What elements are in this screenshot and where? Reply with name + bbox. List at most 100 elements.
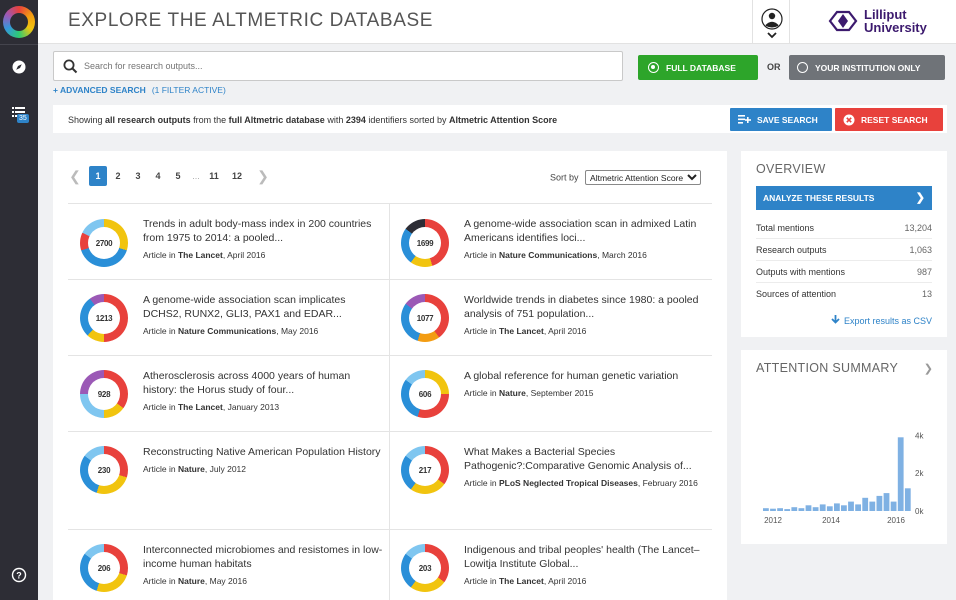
result-title[interactable]: A genome-wide association scan in admixe…	[464, 217, 704, 245]
institution-only-button[interactable]: YOUR INSTITUTION ONLY	[789, 55, 945, 80]
user-avatar-icon[interactable]	[761, 8, 783, 40]
attention-summary-panel: ATTENTION SUMMARY ❯ 2012 2014 2016 0k 2k 4k	[741, 350, 947, 544]
result-source: Article in The Lancet, April 2016	[464, 576, 704, 587]
result-journal: Nature Communications	[498, 250, 598, 260]
chart-bar	[784, 509, 791, 511]
results-row: 1213 A genome-wide association scan impl…	[68, 279, 712, 355]
stat-value: 13,204	[904, 222, 932, 233]
result-title[interactable]: What Makes a Bacterial Species Pathogeni…	[464, 445, 704, 473]
search-input[interactable]	[84, 58, 604, 74]
page-1[interactable]: 1	[89, 166, 107, 186]
chart-bar	[791, 507, 798, 511]
page-4[interactable]: 4	[148, 171, 168, 181]
chart-bar	[805, 505, 812, 511]
next-page-icon[interactable]: ❯	[256, 168, 270, 185]
chart-bar	[869, 501, 876, 511]
save-search-button[interactable]: SAVE SEARCH	[730, 108, 832, 131]
result-meta: Reconstructing Native American Populatio…	[143, 445, 383, 475]
stat-label: Research outputs	[756, 244, 827, 255]
result-source: Article in The Lancet, April 2016	[143, 250, 383, 261]
result-type: Article in	[464, 250, 497, 260]
institution-name: Lilliput University	[864, 8, 927, 34]
result-meta: Atherosclerosis across 4000 years of hum…	[143, 369, 383, 413]
radio-unselected-icon	[797, 62, 808, 73]
result-meta: A genome-wide association scan in admixe…	[464, 217, 704, 261]
stat-row: Outputs with mentions 987	[756, 261, 932, 283]
help-icon[interactable]: ?	[11, 567, 27, 583]
filter-count[interactable]: (1 FILTER ACTIVE)	[152, 85, 226, 95]
result-source: Article in Nature Communications, March …	[464, 250, 704, 261]
chart-x-ticks: 2012 2014 2016	[764, 516, 905, 525]
attention-donut: 1077	[401, 294, 449, 342]
result-date: , May 2016	[276, 326, 319, 336]
stat-value: 1,063	[909, 244, 932, 255]
y-tick-label: 4k	[915, 431, 924, 440]
result-source: Article in Nature, September 2015	[464, 388, 704, 399]
chart-bar	[798, 508, 805, 511]
export-csv-label[interactable]: Export results as CSV	[844, 316, 932, 326]
sort-select[interactable]: Altmetric Attention Score	[585, 170, 702, 185]
result-title[interactable]: Atherosclerosis across 4000 years of hum…	[143, 369, 383, 397]
reset-x-icon	[843, 114, 855, 125]
user-menu[interactable]	[752, 0, 790, 44]
page-12[interactable]: 12	[224, 171, 250, 181]
chart-bar	[826, 506, 833, 511]
result-type: Article in	[464, 576, 497, 586]
save-search-label: SAVE SEARCH	[757, 114, 818, 125]
attention-donut: 217	[401, 446, 449, 494]
result-journal: PLoS Neglected Tropical Diseases	[498, 478, 638, 488]
y-tick-label: 2k	[915, 469, 924, 478]
summary-sort: Altmetric Attention Score	[448, 115, 558, 125]
page-11[interactable]: 11	[204, 171, 224, 181]
result-title[interactable]: Reconstructing Native American Populatio…	[143, 445, 383, 459]
reset-search-label: RESET SEARCH	[861, 114, 928, 125]
result-date: , April 2016	[543, 576, 587, 586]
page-3[interactable]: 3	[128, 171, 148, 181]
result-title[interactable]: Trends in adult body-mass index in 200 c…	[143, 217, 383, 245]
advanced-search-link[interactable]: + ADVANCED SEARCH (1 FILTER ACTIVE)	[53, 85, 226, 95]
result-journal: The Lancet	[177, 402, 223, 412]
result-date: , September 2015	[525, 388, 594, 398]
result-title[interactable]: A genome-wide association scan implicate…	[143, 293, 383, 321]
page-2[interactable]: 2	[108, 171, 128, 181]
attention-donut: 1699	[401, 219, 449, 267]
result-title[interactable]: Worldwide trends in diabetes since 1980:…	[464, 293, 704, 321]
result-journal: The Lancet	[498, 576, 544, 586]
compass-icon[interactable]	[11, 59, 27, 75]
result-meta: Trends in adult body-mass index in 200 c…	[143, 217, 383, 261]
result-title[interactable]: Indigenous and tribal peoples' health (T…	[464, 543, 704, 571]
result-type: Article in	[464, 326, 497, 336]
result-journal: The Lancet	[177, 250, 223, 260]
full-database-button[interactable]: FULL DATABASE	[638, 55, 758, 80]
stat-row: Sources of attention 13	[756, 283, 932, 305]
reset-search-button[interactable]: RESET SEARCH	[835, 108, 943, 131]
results-row: 206 Interconnected microbiomes and resis…	[68, 529, 712, 600]
export-csv-link[interactable]: Export results as CSV	[831, 315, 932, 326]
analyze-results-button[interactable]: ANALYZE THESE RESULTS ❯	[756, 186, 932, 210]
result-source: Article in Nature Communications, May 20…	[143, 326, 383, 337]
result-meta: A global reference for human genetic var…	[464, 369, 704, 399]
result-title[interactable]: Interconnected microbiomes and resistome…	[143, 543, 383, 571]
prev-page-icon[interactable]: ❮	[68, 168, 82, 185]
results-row: 928 Atherosclerosis across 4000 years of…	[68, 355, 712, 431]
summary-scope: all research outputs	[105, 115, 191, 125]
attention-score: 928	[88, 378, 120, 410]
result-title[interactable]: A global reference for human genetic var…	[464, 369, 704, 383]
result-meta: A genome-wide association scan implicate…	[143, 293, 383, 337]
summary-text: identifiers sorted by	[368, 115, 447, 125]
result-type: Article in	[143, 250, 176, 260]
chart-bar	[883, 493, 890, 511]
saved-count-badge: 35	[17, 114, 29, 123]
altmetric-logo-icon[interactable]	[3, 6, 35, 38]
result-type: Article in	[143, 402, 176, 412]
result-source: Article in Nature, July 2012	[143, 464, 383, 475]
advanced-search-label[interactable]: + ADVANCED SEARCH	[53, 85, 146, 95]
results-info-bar: Showing all research outputs from the fu…	[53, 105, 947, 133]
results-row: 2700 Trends in adult body-mass index in …	[68, 203, 712, 279]
summary-text: from the	[193, 115, 227, 125]
attention-donut: 206	[80, 544, 128, 592]
page-5[interactable]: 5	[168, 171, 188, 181]
search-box[interactable]	[53, 51, 623, 81]
left-rail: 35 ?	[0, 0, 38, 600]
result-source: Article in The Lancet, April 2016	[464, 326, 704, 337]
